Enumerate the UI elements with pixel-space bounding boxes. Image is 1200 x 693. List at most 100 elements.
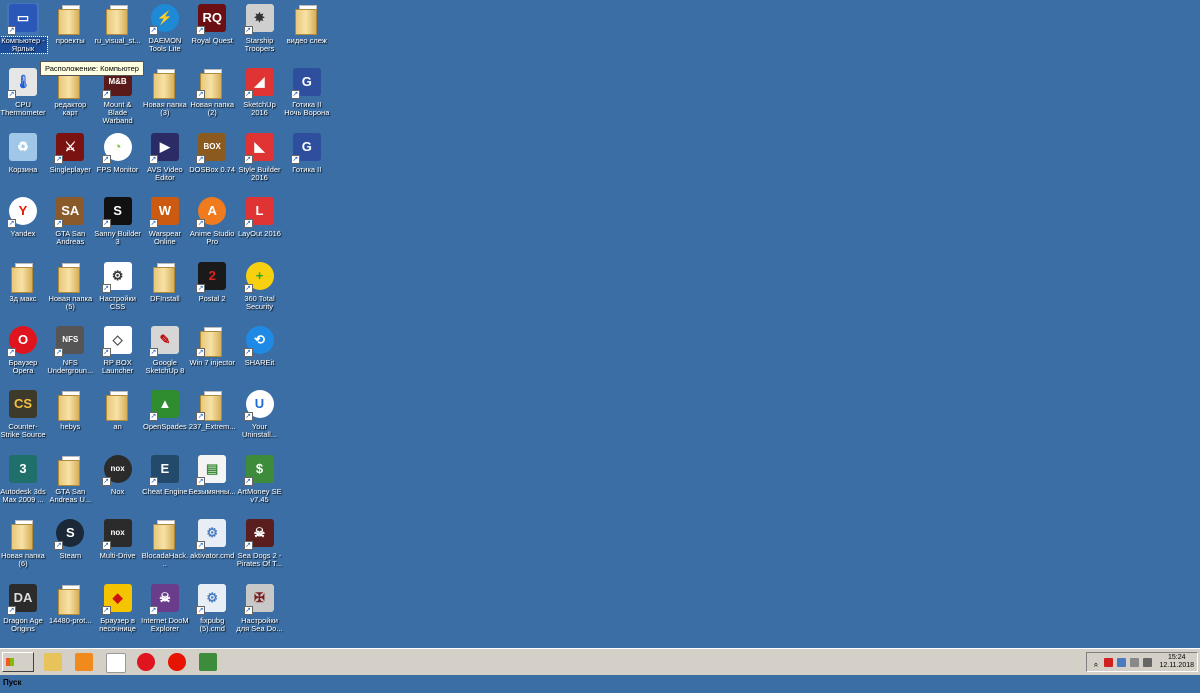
desktop-icon[interactable]: GTA San Andreas U...: [46, 451, 94, 504]
desktop-icon[interactable]: O ↗ Браузер Opera: [0, 322, 47, 375]
desktop-icon[interactable]: 2 ↗ Postal 2: [188, 258, 236, 303]
desktop-icon[interactable]: ◇ ↗ RP BOX Launcher: [94, 322, 142, 375]
desktop-icon[interactable]: 3д макс: [0, 258, 47, 303]
openspades-icon: ▲ ↗: [148, 389, 181, 422]
desktop-icon[interactable]: ▭ ↗ Компьютер - Ярлык: [0, 0, 48, 54]
desktop-icon[interactable]: L ↗ LayOut 2016: [236, 193, 284, 238]
artmoney-icon: $ ↗: [243, 454, 276, 486]
desktop-icon[interactable]: проекты: [46, 0, 94, 45]
desktop-icon[interactable]: ⚡ ↗ DAEMON Tools Lite: [141, 0, 189, 53]
desktop-icon[interactable]: nox ↗ Multi-Drive: [94, 515, 142, 560]
desktop-icon-label: Готика II: [292, 164, 322, 174]
thermometer-icon: 🌡 ↗: [7, 67, 39, 100]
desktop-icon[interactable]: G ↗ Готика II Ночь Ворона: [283, 64, 331, 117]
desktop-icon-label: AVS Video Editor: [147, 164, 183, 182]
desktop-icon[interactable]: S ↗ Steam: [46, 515, 94, 560]
desktop-icon[interactable]: ◆ ↗ Браузер в песочнице: [94, 580, 142, 633]
desktop-icon-label: CPU Thermometer: [0, 100, 46, 118]
desktop-icon[interactable]: U ↗ Your Uninstall...: [236, 386, 284, 439]
desktop-icon[interactable]: ru_visual_st...: [94, 0, 142, 45]
desktop-icon[interactable]: ⚔ ↗ Singleplayer: [46, 129, 94, 174]
desktop-icon[interactable]: $ ↗ ArtMoney SE v7.45: [236, 451, 284, 504]
desktop-icon[interactable]: ☠ ↗ Internet DooM Explorer: [141, 580, 189, 633]
desktop-icon-label: Sea Dogs 2 - Pirates Of T...: [236, 551, 283, 569]
desktop-icon[interactable]: ◔ ↗ FPS Monitor: [94, 129, 142, 174]
volume-icon[interactable]: [1143, 658, 1152, 667]
desktop-icon-label: Настройки CSS: [99, 293, 136, 311]
desktop-icon[interactable]: ▶ ↗ AVS Video Editor: [141, 129, 189, 182]
shortcut-arrow-icon: ↗: [243, 219, 253, 229]
desktop-icon[interactable]: S ↗ Sanny Builder 3: [94, 193, 142, 246]
desktop-icon[interactable]: ◣ ↗ Style Builder 2016: [236, 129, 284, 182]
desktop-icon[interactable]: SA ↗ GTA San Andreas: [46, 193, 94, 246]
desktop-icon[interactable]: an: [94, 386, 142, 431]
desktop-icon[interactable]: ⟲ ↗ SHAREit: [236, 322, 284, 367]
desktop-icon[interactable]: видео слеж: [283, 0, 331, 45]
shortcut-arrow-icon: ↗: [196, 26, 206, 35]
desktop-icon[interactable]: ↗ 237_Extrem...: [188, 386, 236, 431]
desktop-icon[interactable]: Y ↗ Yandex: [0, 193, 47, 238]
desktop-icon[interactable]: Новая папка (3): [141, 64, 189, 117]
desktop-icon[interactable]: ◢ ↗ SketchUp 2016: [236, 64, 284, 117]
desktop-icon[interactable]: A ↗ Anime Studio Pro: [188, 193, 236, 246]
desktop-icon[interactable]: W ↗ Warspear Online: [141, 193, 189, 246]
desktop-icon[interactable]: 3 Autodesk 3ds Max 2009 ...: [0, 451, 47, 504]
desktop-icon[interactable]: hebys: [46, 386, 94, 431]
desktop-icon-label: Новая папка (5): [48, 293, 93, 311]
desktop-icon[interactable]: E ↗ Cheat Engine: [141, 451, 189, 496]
layout-icon: L ↗: [243, 196, 276, 229]
network-icon[interactable]: [1117, 658, 1126, 667]
nfs-icon: NFS ↗: [54, 325, 86, 357]
sketchup-2016-icon: ◢ ↗: [243, 67, 276, 100]
shortcut-arrow-icon: ↗: [148, 26, 158, 35]
desktop-icon[interactable]: DA ↗ Dragon Age Origins: [0, 580, 47, 633]
start-button[interactable]: Пуск: [2, 652, 34, 687]
desktop-icon[interactable]: ✠ ↗ Настройки для Sea Do...: [236, 580, 284, 633]
desktop-icon[interactable]: RQ ↗ Royal Quest: [188, 0, 236, 45]
desktop-icon[interactable]: ⚙ ↗ Настройки CSS: [94, 258, 142, 311]
desktop[interactable]: ▭ ↗ Компьютер - Ярлык 🌡 ↗ CPU Thermometer ♻ Кор…: [0, 0, 1200, 648]
desktop-icon[interactable]: Новая папка (5): [46, 258, 94, 311]
desktop-icon-label: Корзина: [8, 164, 38, 174]
desktop-icon[interactable]: ☠ ↗ Sea Dogs 2 - Pirates Of T...: [236, 515, 284, 568]
desktop-icon[interactable]: DFInstall: [141, 258, 189, 303]
shortcut-arrow-icon: ↗: [243, 412, 253, 422]
desktop-icon[interactable]: ↗ Новая папка (2): [188, 64, 236, 117]
desktop-icon[interactable]: ▤ ↗ Безымянны...: [188, 451, 236, 496]
desktop-icon[interactable]: ✸ ↗ Starship Troopers: [236, 0, 284, 53]
desktop-icon[interactable]: ▲ ↗ OpenSpades: [141, 386, 189, 431]
shortcut-arrow-icon: ↗: [101, 90, 111, 100]
media-player-icon[interactable]: [75, 653, 93, 671]
document-icon: ▤ ↗: [196, 454, 228, 486]
desktop-icon[interactable]: + ↗ 360 Total Security: [236, 258, 284, 311]
desktop-icon[interactable]: ↗ Win 7 injector: [188, 322, 236, 367]
desktop-icon[interactable]: ⚙ ↗ aktivator.cmd: [188, 515, 236, 560]
royal-quest-icon: RQ ↗: [196, 3, 228, 35]
desktop-icon[interactable]: BOX ↗ DOSBox 0.74: [188, 129, 236, 174]
artmoney-icon[interactable]: [199, 653, 217, 671]
expand-arrow-icon[interactable]: »: [1091, 658, 1100, 667]
desktop-icon[interactable]: CS Counter-Strike Source: [0, 386, 47, 439]
notepad-icon[interactable]: [106, 653, 126, 673]
desktop-icon[interactable]: Новая папка (6): [0, 515, 47, 568]
desktop-icon[interactable]: nox ↗ Nox: [94, 451, 142, 496]
action-center-icon[interactable]: [1130, 658, 1139, 667]
desktop-icon[interactable]: ⚙ ↗ fixpubg (5).cmd: [188, 580, 236, 633]
desktop-icon[interactable]: NFS ↗ NFS Undergroun...: [46, 322, 94, 375]
antivirus-icon[interactable]: [1104, 658, 1113, 667]
opera-icon[interactable]: [137, 653, 155, 671]
desktop-icon[interactable]: 14480-prot...: [46, 580, 94, 625]
shortcut-arrow-icon: ↗: [101, 605, 111, 615]
desktop-icon-label: Браузер Opera: [8, 358, 38, 375]
explorer-icon[interactable]: [44, 653, 62, 671]
desktop-icon[interactable]: ✎ ↗ Google SketchUp 8: [141, 322, 189, 375]
desktop-icon-label: Настройки для Sea Do...: [236, 615, 283, 633]
cmd-script-icon: ⚙ ↗: [196, 518, 228, 551]
desktop-icon[interactable]: ♻ Корзина: [0, 129, 47, 174]
desktop-icon[interactable]: BlocadaHack...: [141, 515, 189, 568]
clock[interactable]: 15:24 12.11.2018: [1159, 654, 1194, 670]
desktop-icon-label: 360 Total Security: [244, 293, 275, 311]
desktop-icon-label: Готика II Ночь Ворона: [284, 100, 330, 118]
yandex-icon[interactable]: [168, 653, 186, 671]
desktop-icon[interactable]: G ↗ Готика II: [283, 129, 331, 174]
